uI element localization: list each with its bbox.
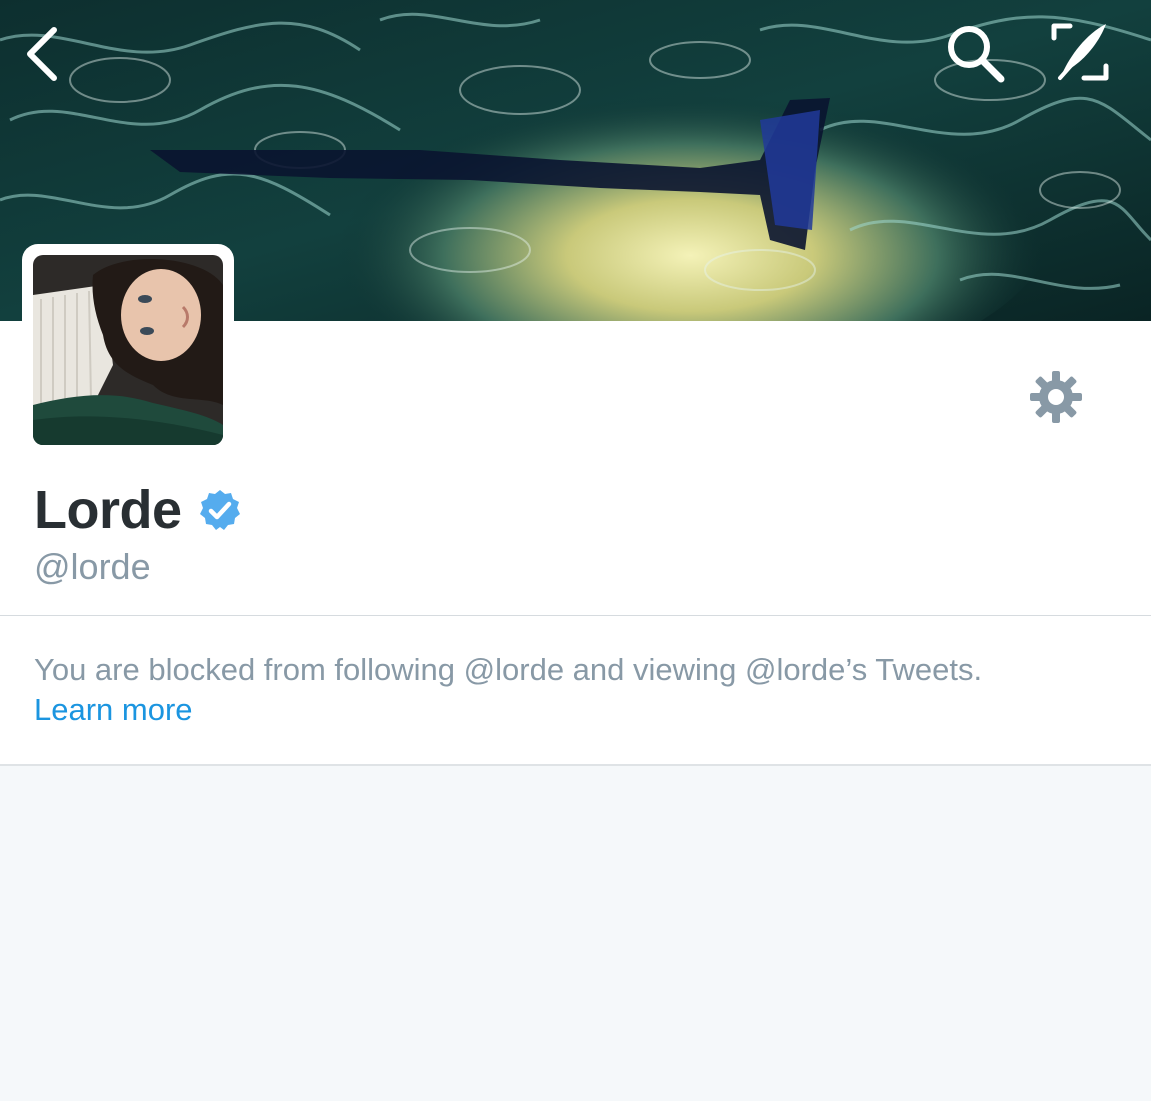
blocked-notice: You are blocked from following @lorde an… (0, 616, 1151, 764)
avatar-image (33, 255, 223, 445)
display-name-row: Lorde (34, 479, 242, 541)
compose-tweet-icon[interactable] (1040, 18, 1120, 86)
profile-screen: Lorde @lorde You are blocked from follow… (0, 0, 1151, 1101)
verified-badge-icon (199, 490, 240, 530)
empty-timeline-area (0, 766, 1151, 1101)
learn-more-link[interactable]: Learn more (34, 690, 193, 730)
display-name: Lorde (34, 480, 182, 540)
gear-icon[interactable] (1028, 369, 1084, 425)
blocked-notice-text: You are blocked from following @lorde an… (34, 652, 983, 687)
search-icon[interactable] (940, 22, 1012, 86)
avatar[interactable] (22, 244, 234, 456)
back-icon[interactable] (14, 22, 70, 86)
profile-handle: @lorde (34, 546, 151, 587)
